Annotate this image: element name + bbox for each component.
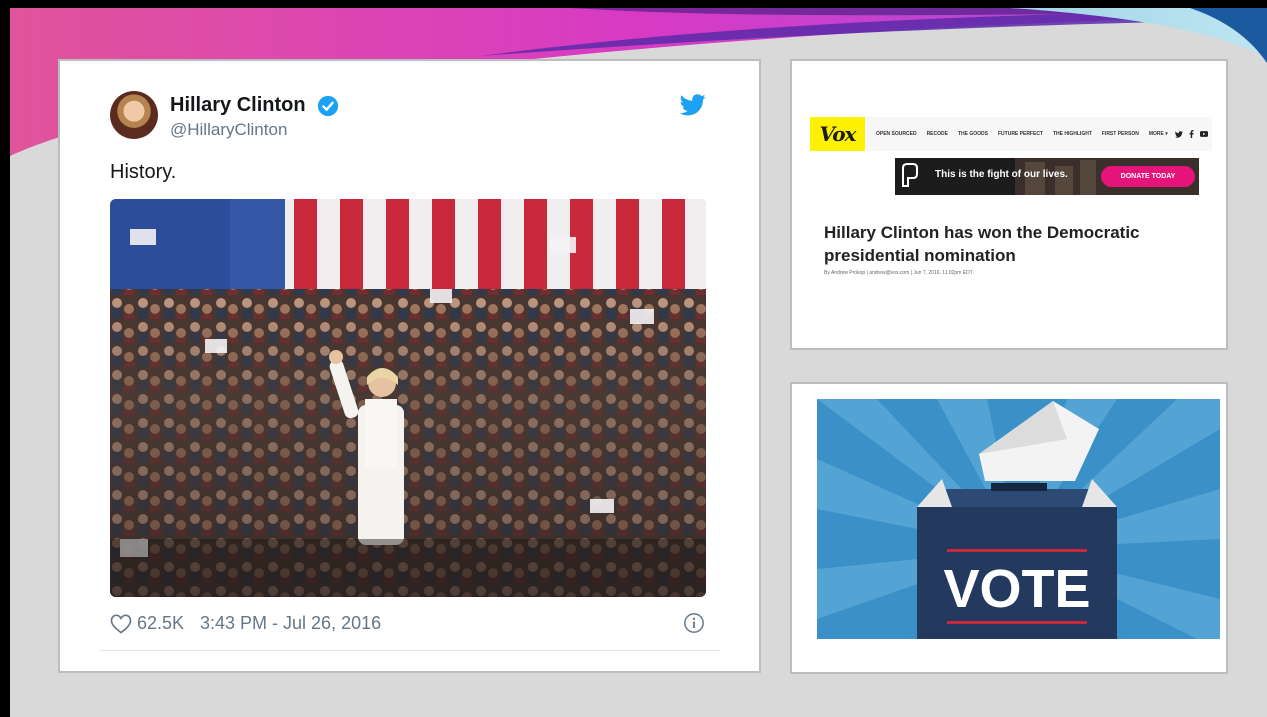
twitter-icon[interactable] [1175, 130, 1183, 138]
vox-logo[interactable]: Vox [810, 117, 865, 151]
tweet-text: History. [110, 161, 177, 183]
heart-icon[interactable] [110, 614, 132, 634]
vox-nav-item-future-perfect[interactable]: FUTURE PERFECT [998, 131, 1043, 137]
verified-badge-icon [317, 95, 339, 117]
author-name[interactable]: Hillary Clinton [170, 94, 306, 117]
vox-nav-item-more[interactable]: MORE ▾ [1149, 131, 1168, 137]
vox-nav-item-the-highlight[interactable]: THE HIGHLIGHT [1053, 131, 1092, 137]
donate-button[interactable]: DONATE TODAY [1101, 166, 1195, 187]
vox-nav-item-recode[interactable]: RECODE [927, 131, 948, 137]
twitter-logo-icon[interactable] [680, 94, 706, 116]
vote-image-card: VOTE [790, 382, 1228, 674]
author-handle[interactable]: @HillaryClinton [170, 120, 287, 140]
tweet-photo[interactable] [110, 199, 706, 597]
article-headline[interactable]: Hillary Clinton has won the Democratic p… [824, 221, 1204, 267]
vox-nav-items: OPEN SOURCED RECODE THE GOODS FUTURE PER… [876, 117, 1168, 151]
info-icon[interactable] [683, 612, 705, 634]
vox-nav-bar: Vox OPEN SOURCED RECODE THE GOODS FUTURE… [810, 117, 1212, 151]
vox-nav-item-open-sourced[interactable]: OPEN SOURCED [876, 131, 917, 137]
youtube-icon[interactable] [1200, 131, 1208, 137]
vox-article-card[interactable]: Vox OPEN SOURCED RECODE THE GOODS FUTURE… [790, 59, 1228, 350]
avatar[interactable] [110, 91, 158, 139]
facebook-icon[interactable] [1189, 130, 1194, 138]
slide: Hillary Clinton @HillaryClinton History. [10, 8, 1267, 717]
vote-label: VOTE [943, 559, 1090, 619]
like-count: 62.5K [137, 613, 185, 633]
ad-text: This is the fight of our lives. [935, 169, 1068, 180]
ballot-box-illustration: VOTE [817, 399, 1220, 639]
vox-nav-item-the-goods[interactable]: THE GOODS [958, 131, 988, 137]
vox-nav-item-first-person[interactable]: FIRST PERSON [1102, 131, 1139, 137]
article-byline: By Andrew Prokop | andrew@vox.com | Jun … [824, 270, 973, 276]
vox-social-icons [1175, 117, 1208, 151]
tweet-timestamp[interactable]: 3:43 PM - Jul 26, 2016 [200, 613, 381, 634]
tweet-divider [100, 650, 720, 651]
tweet-card[interactable]: Hillary Clinton @HillaryClinton History. [58, 59, 761, 673]
vox-ad-banner[interactable]: This is the fight of our lives. DONATE T… [895, 158, 1199, 195]
